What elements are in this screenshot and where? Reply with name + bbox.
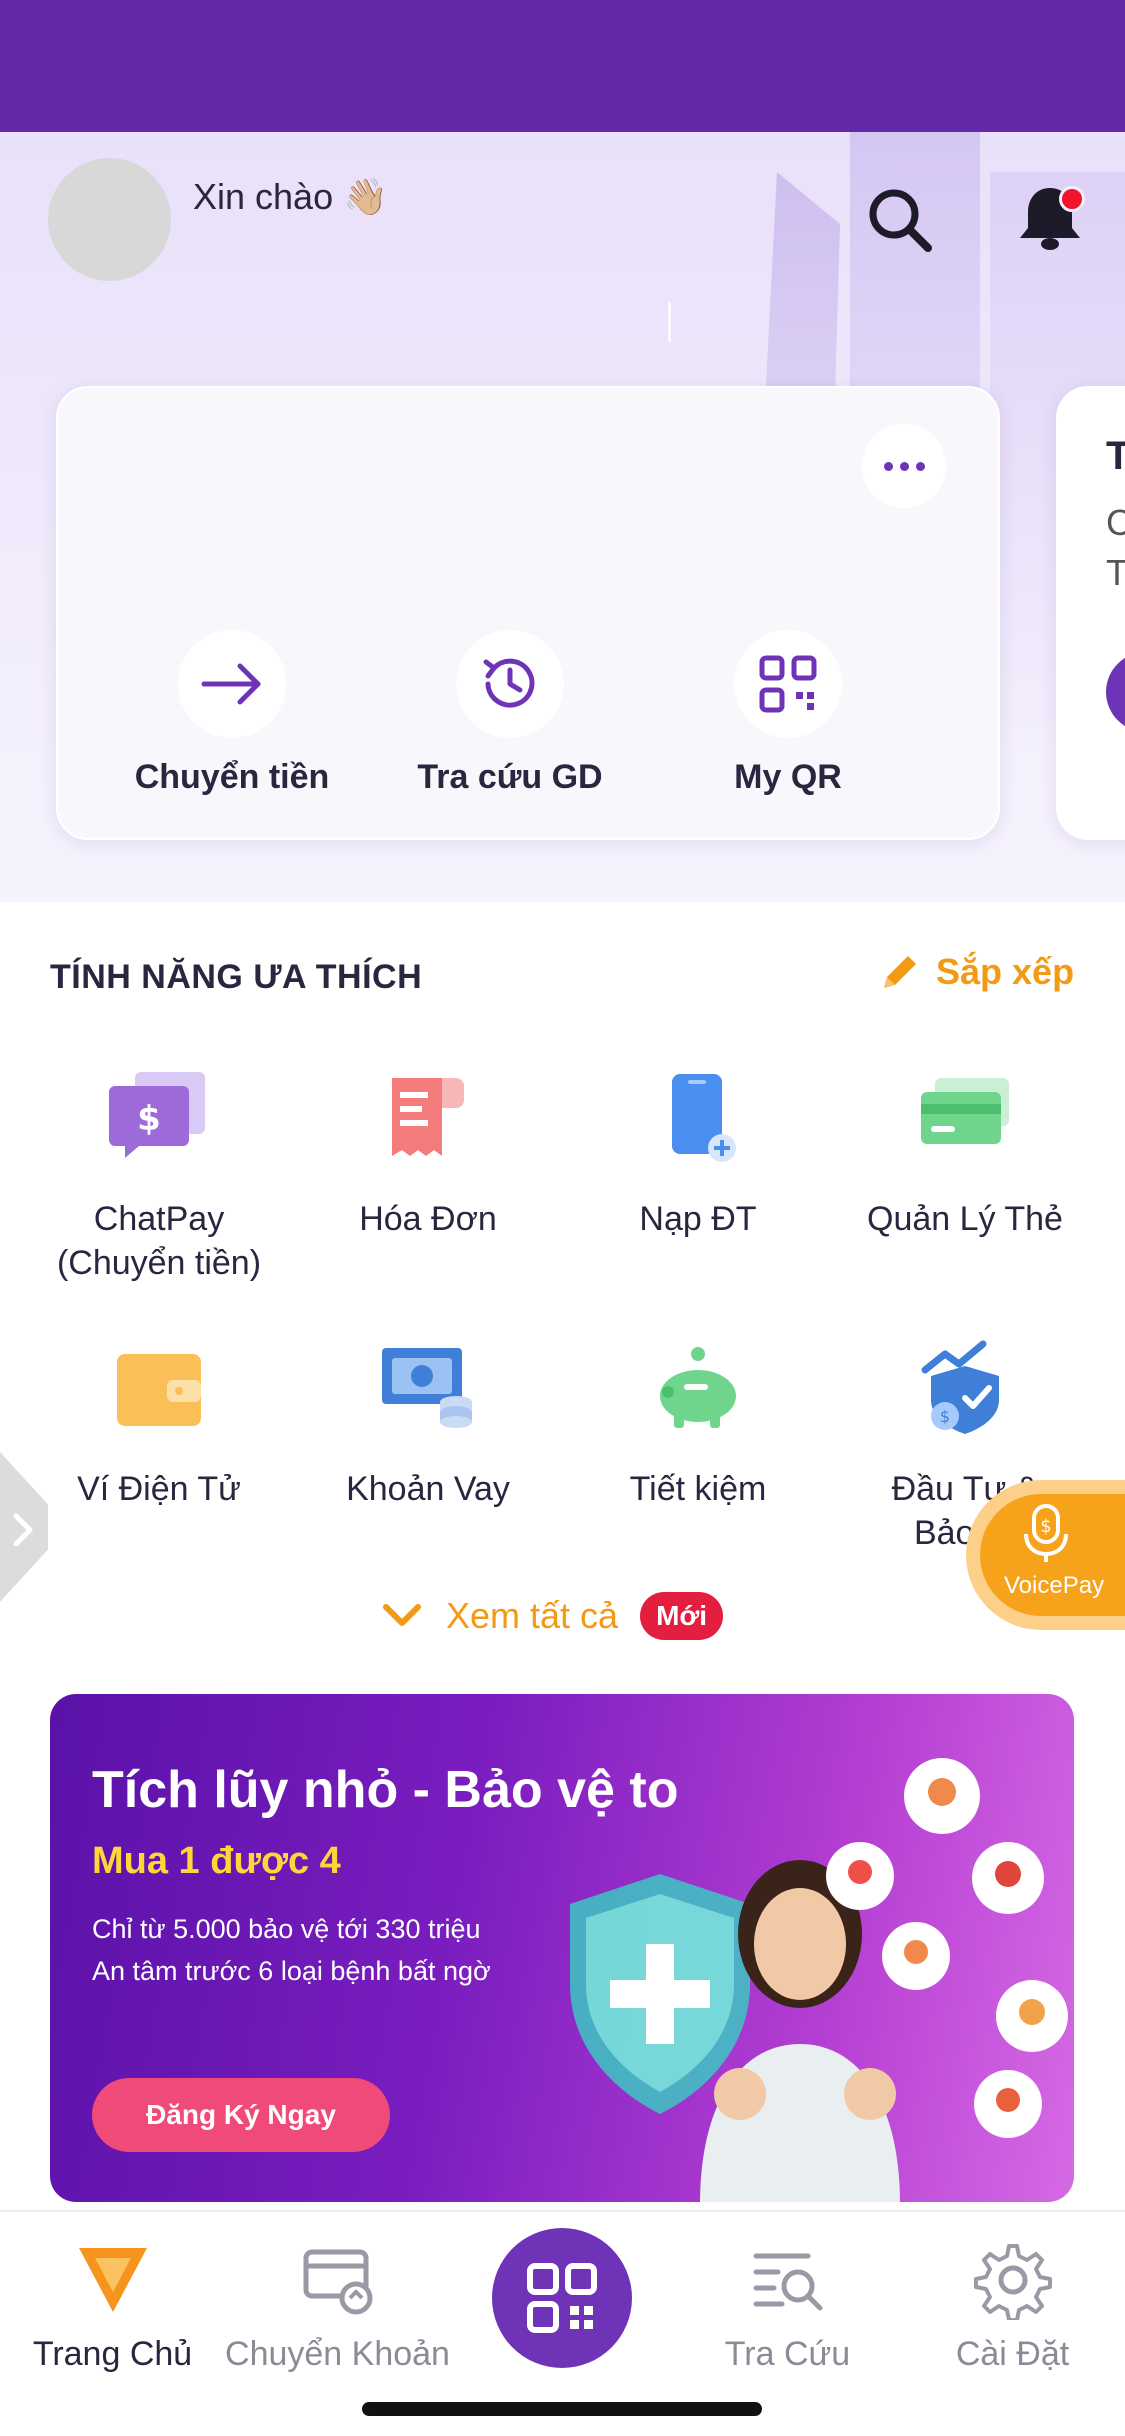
- transfer-icon: [303, 2249, 372, 2315]
- tab-settings[interactable]: Cài Đặt: [900, 2240, 1125, 2374]
- tab-label: Chuyển Khoản: [225, 2335, 450, 2373]
- feature-loan[interactable]: Khoản Vay: [293, 1340, 563, 1511]
- dot: [899, 461, 909, 471]
- promo-banner[interactable]: Tích lũy nhỏ - Bảo vệ to Mua 1 được 4 Ch…: [50, 1694, 1074, 2202]
- feature-label: Ví Điện Tử: [77, 1470, 241, 1508]
- see-all-button[interactable]: Xem tất cả Mới: [380, 1592, 724, 1640]
- notification-badge: [1059, 186, 1085, 212]
- quick-action-label: My QR: [734, 758, 842, 796]
- feature-chatpay[interactable]: $ ChatPay (Chuyển tiền): [24, 1070, 294, 1285]
- new-badge: Mới: [640, 1592, 724, 1640]
- greeting-text: Xin chào 👋🏼: [193, 176, 388, 217]
- favorites-title: TÍNH NĂNG ƯA THÍCH: [50, 958, 423, 996]
- home-logo-icon: [78, 2248, 147, 2312]
- peek-card[interactable]: T C T: [1056, 386, 1125, 840]
- tab-home[interactable]: Trang Chủ: [0, 2240, 225, 2374]
- home-indicator: [362, 2402, 762, 2416]
- peek-card-line: T: [1106, 552, 1125, 593]
- feature-topup[interactable]: Nạp ĐT: [563, 1070, 833, 1241]
- chevron-down-icon: [383, 1604, 421, 1626]
- peek-card-button[interactable]: [1106, 652, 1125, 732]
- decor-line: [668, 302, 671, 342]
- tab-transfer[interactable]: Chuyển Khoản: [225, 2240, 450, 2374]
- chat-dollar-icon: $: [109, 1072, 205, 1158]
- banner-register-button[interactable]: Đăng Ký Ngay: [92, 2078, 390, 2152]
- banner-title: Tích lũy nhỏ - Bảo vệ to: [92, 1761, 679, 1819]
- quick-action-history[interactable]: Tra cứu GD: [400, 630, 620, 797]
- see-all-label: Xem tất cả: [446, 1595, 619, 1636]
- feature-card-management[interactable]: Quản Lý Thẻ: [830, 1070, 1100, 1241]
- gear-icon: [973, 2244, 1052, 2322]
- feature-label: ChatPay (Chuyển tiền): [56, 1200, 262, 1282]
- quick-action-transfer[interactable]: Chuyển tiền: [122, 630, 342, 797]
- piggy-bank-icon: [660, 1347, 736, 1428]
- feature-label: Khoản Vay: [346, 1470, 510, 1508]
- svg-text:$: $: [940, 1407, 950, 1426]
- arrow-right-icon: [201, 663, 261, 705]
- quick-action-label: Tra cứu GD: [417, 758, 603, 796]
- tab-label: Tra Cứu: [724, 2335, 851, 2373]
- history-clock-icon: [483, 658, 535, 708]
- tab-label: Trang Chủ: [32, 2335, 193, 2373]
- tab-lookup[interactable]: Tra Cứu: [675, 2240, 900, 2374]
- qr-scan-icon: [527, 2263, 597, 2333]
- card-icon: [921, 1078, 1009, 1144]
- phone-topup-icon: [672, 1074, 736, 1162]
- invest-shield-icon: $: [921, 1340, 999, 1434]
- sort-label: Sắp xếp: [936, 951, 1075, 992]
- feature-label: Nạp ĐT: [639, 1200, 757, 1238]
- peek-card-title: T: [1106, 434, 1125, 478]
- quick-action-my-qr[interactable]: My QR: [678, 630, 898, 797]
- feature-label: Quản Lý Thẻ: [867, 1200, 1063, 1238]
- pencil-icon: [884, 956, 916, 988]
- svg-text:$: $: [1040, 1516, 1051, 1537]
- feature-bill[interactable]: Hóa Đơn: [293, 1070, 563, 1241]
- microphone-icon: $: [1024, 1504, 1068, 1562]
- peek-card-line: C: [1106, 502, 1125, 543]
- status-bar: [0, 0, 1125, 132]
- feature-label: Tiết kiệm: [629, 1470, 767, 1508]
- banner-text: An tâm trước 6 loại bệnh bất ngờ: [92, 1956, 491, 1986]
- dot: [883, 461, 893, 471]
- svg-text:$: $: [137, 1099, 161, 1139]
- search-button[interactable]: [862, 182, 938, 258]
- more-options-button[interactable]: [862, 424, 946, 508]
- wallet-icon: [117, 1354, 201, 1426]
- loan-cash-icon: [382, 1348, 472, 1428]
- feature-label: Hóa Đơn: [359, 1200, 497, 1238]
- qr-code-icon: [759, 655, 817, 713]
- search-icon: [869, 189, 932, 252]
- avatar[interactable]: [48, 158, 171, 281]
- search-list-icon: [753, 2253, 822, 2311]
- chevron-right-icon: [13, 1513, 33, 1547]
- tab-label: Cài Đặt: [955, 2335, 1070, 2373]
- feature-savings[interactable]: Tiết kiệm: [563, 1340, 833, 1511]
- banner-subtitle: Mua 1 được 4: [92, 1840, 341, 1882]
- receipt-icon: [392, 1078, 464, 1156]
- disease-icons-illustration: [826, 1758, 1068, 2138]
- dot: [915, 461, 925, 471]
- tab-qr-scan[interactable]: [492, 2228, 632, 2368]
- voicepay-label: VoicePay: [1004, 1572, 1105, 1599]
- quick-action-label: Chuyển tiền: [134, 758, 330, 796]
- feature-e-wallet[interactable]: Ví Điện Tử: [24, 1340, 294, 1511]
- banner-text: Chỉ từ 5.000 bảo vệ tới 330 triệu: [92, 1914, 481, 1944]
- sort-button[interactable]: Sắp xếp: [878, 950, 1074, 994]
